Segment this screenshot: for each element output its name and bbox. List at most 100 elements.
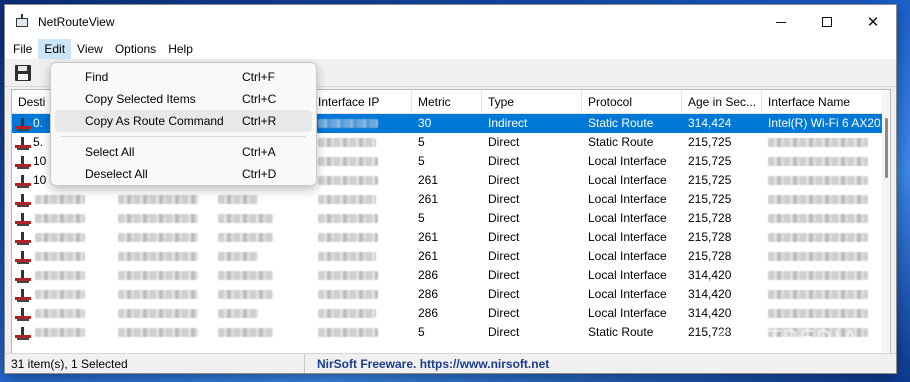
column-interface-ip[interactable]: Interface IP: [312, 90, 412, 114]
redacted-value: [768, 309, 868, 319]
cell-age: 215,728: [682, 247, 762, 266]
redacted-value: [318, 271, 378, 281]
menu-file[interactable]: File: [7, 39, 38, 59]
cell-subnet-mask: [112, 323, 212, 342]
minimize-button[interactable]: [758, 5, 804, 39]
redacted-value: [118, 328, 198, 338]
menu-item-deselect-all[interactable]: Deselect All Ctrl+D: [55, 163, 312, 185]
cell-protocol: Local Interface: [582, 228, 682, 247]
column-protocol[interactable]: Protocol: [582, 90, 682, 114]
redacted-value: [35, 252, 85, 262]
menu-view[interactable]: View: [71, 39, 109, 59]
menu-item-find[interactable]: Find Ctrl+F: [55, 66, 312, 88]
cell-interface-name: [762, 133, 887, 152]
redacted-value: [318, 233, 378, 243]
cell-metric: 261: [412, 247, 482, 266]
table-row[interactable]: 5 Direct Local Interface 215,728: [12, 209, 890, 228]
cell-interface-ip: [312, 171, 412, 190]
menu-item-copy-selected-items[interactable]: Copy Selected Items Ctrl+C: [55, 88, 312, 110]
table-row[interactable]: 261 Direct Local Interface 215,728: [12, 228, 890, 247]
nirsoft-link[interactable]: NirSoft Freeware. https://www.nirsoft.ne…: [305, 357, 549, 371]
close-button[interactable]: ✕: [850, 5, 896, 39]
cell-gateway: [212, 190, 312, 209]
cell-protocol: Local Interface: [582, 285, 682, 304]
cell-metric-text: 261: [418, 173, 439, 187]
column-metric[interactable]: Metric: [412, 90, 482, 114]
redacted-value: [318, 252, 376, 262]
cell-protocol-text: Static Route: [588, 325, 654, 339]
redacted-value: [768, 157, 868, 167]
menu-item-shortcut: Ctrl+A: [242, 145, 276, 159]
network-route-icon: [14, 14, 30, 30]
redacted-value: [118, 195, 198, 205]
cell-type-text: Indirect: [488, 116, 528, 130]
cell-gateway: [212, 285, 312, 304]
route-icon: [15, 212, 31, 226]
table-row[interactable]: 286 Direct Local Interface 314,420: [12, 304, 890, 323]
cell-metric: 286: [412, 304, 482, 323]
softpedia-watermark: SOFTPEDIA: [716, 325, 860, 350]
menu-item-shortcut: Ctrl+C: [242, 92, 277, 106]
cell-age: 215,728: [682, 209, 762, 228]
cell-type-text: Direct: [488, 173, 520, 187]
cell-interface-name: [762, 247, 887, 266]
cell-interface-ip: [312, 266, 412, 285]
cell-protocol: Local Interface: [582, 152, 682, 171]
menu-help[interactable]: Help: [162, 39, 199, 59]
menu-edit[interactable]: Edit: [38, 39, 72, 59]
cell-metric: 5: [412, 209, 482, 228]
table-row[interactable]: 261 Direct Local Interface 215,728: [12, 247, 890, 266]
scrollbar-thumb[interactable]: [885, 118, 888, 178]
cell-protocol-text: Static Route: [588, 135, 654, 149]
table-row[interactable]: 286 Direct Local Interface 314,420: [12, 266, 890, 285]
status-count: 31 item(s), 1 Selected: [5, 353, 305, 373]
menu-separator: [61, 136, 306, 137]
cell-gateway: [212, 209, 312, 228]
save-button[interactable]: [11, 61, 35, 85]
cell-type: Direct: [482, 285, 582, 304]
cell-age: 314,420: [682, 304, 762, 323]
table-row[interactable]: 261 Direct Local Interface 215,725: [12, 190, 890, 209]
cell-subnet-mask: [112, 266, 212, 285]
cell-protocol: Local Interface: [582, 171, 682, 190]
maximize-button[interactable]: [804, 5, 850, 39]
app-window: NetRouteView ✕ File Edit View Options He…: [4, 4, 897, 374]
cell-destination: [12, 266, 112, 285]
cell-protocol: Local Interface: [582, 266, 682, 285]
cell-type: Direct: [482, 323, 582, 342]
column-age[interactable]: Age in Sec...: [682, 90, 762, 114]
menu-item-copy-as-route-command[interactable]: Copy As Route Command Ctrl+R: [55, 110, 312, 132]
menu-item-shortcut: Ctrl+R: [242, 114, 277, 128]
cell-protocol-text: Local Interface: [588, 173, 667, 187]
cell-type: Direct: [482, 247, 582, 266]
cell-protocol: Local Interface: [582, 304, 682, 323]
cell-protocol-text: Local Interface: [588, 230, 667, 244]
cell-interface-ip: [312, 114, 412, 133]
vertical-scrollbar[interactable]: [882, 90, 890, 353]
menu-options[interactable]: Options: [109, 39, 162, 59]
cell-type-text: Direct: [488, 230, 520, 244]
route-icon: [15, 250, 31, 264]
cell-destination: [12, 323, 112, 342]
title-bar[interactable]: NetRouteView ✕: [5, 5, 896, 39]
column-interface-name[interactable]: Interface Name: [762, 90, 887, 114]
cell-interface-ip: [312, 304, 412, 323]
cell-metric-text: 5: [418, 325, 425, 339]
menu-item-select-all[interactable]: Select All Ctrl+A: [55, 141, 312, 163]
cell-gateway: [212, 228, 312, 247]
cell-type-text: Direct: [488, 154, 520, 168]
cell-interface-name: [762, 190, 887, 209]
column-type[interactable]: Type: [482, 90, 582, 114]
cell-age-text: 215,725: [688, 173, 732, 187]
table-row[interactable]: 286 Direct Local Interface 314,420: [12, 285, 890, 304]
cell-metric-text: 261: [418, 230, 439, 244]
route-icon: [15, 288, 31, 302]
cell-protocol-text: Local Interface: [588, 211, 667, 225]
redacted-value: [218, 309, 258, 319]
redacted-value: [768, 233, 868, 243]
cell-age: 215,725: [682, 190, 762, 209]
cell-type: Direct: [482, 266, 582, 285]
cell-metric-text: 5: [418, 135, 425, 149]
route-icon: [15, 307, 31, 321]
redacted-value: [35, 328, 85, 338]
